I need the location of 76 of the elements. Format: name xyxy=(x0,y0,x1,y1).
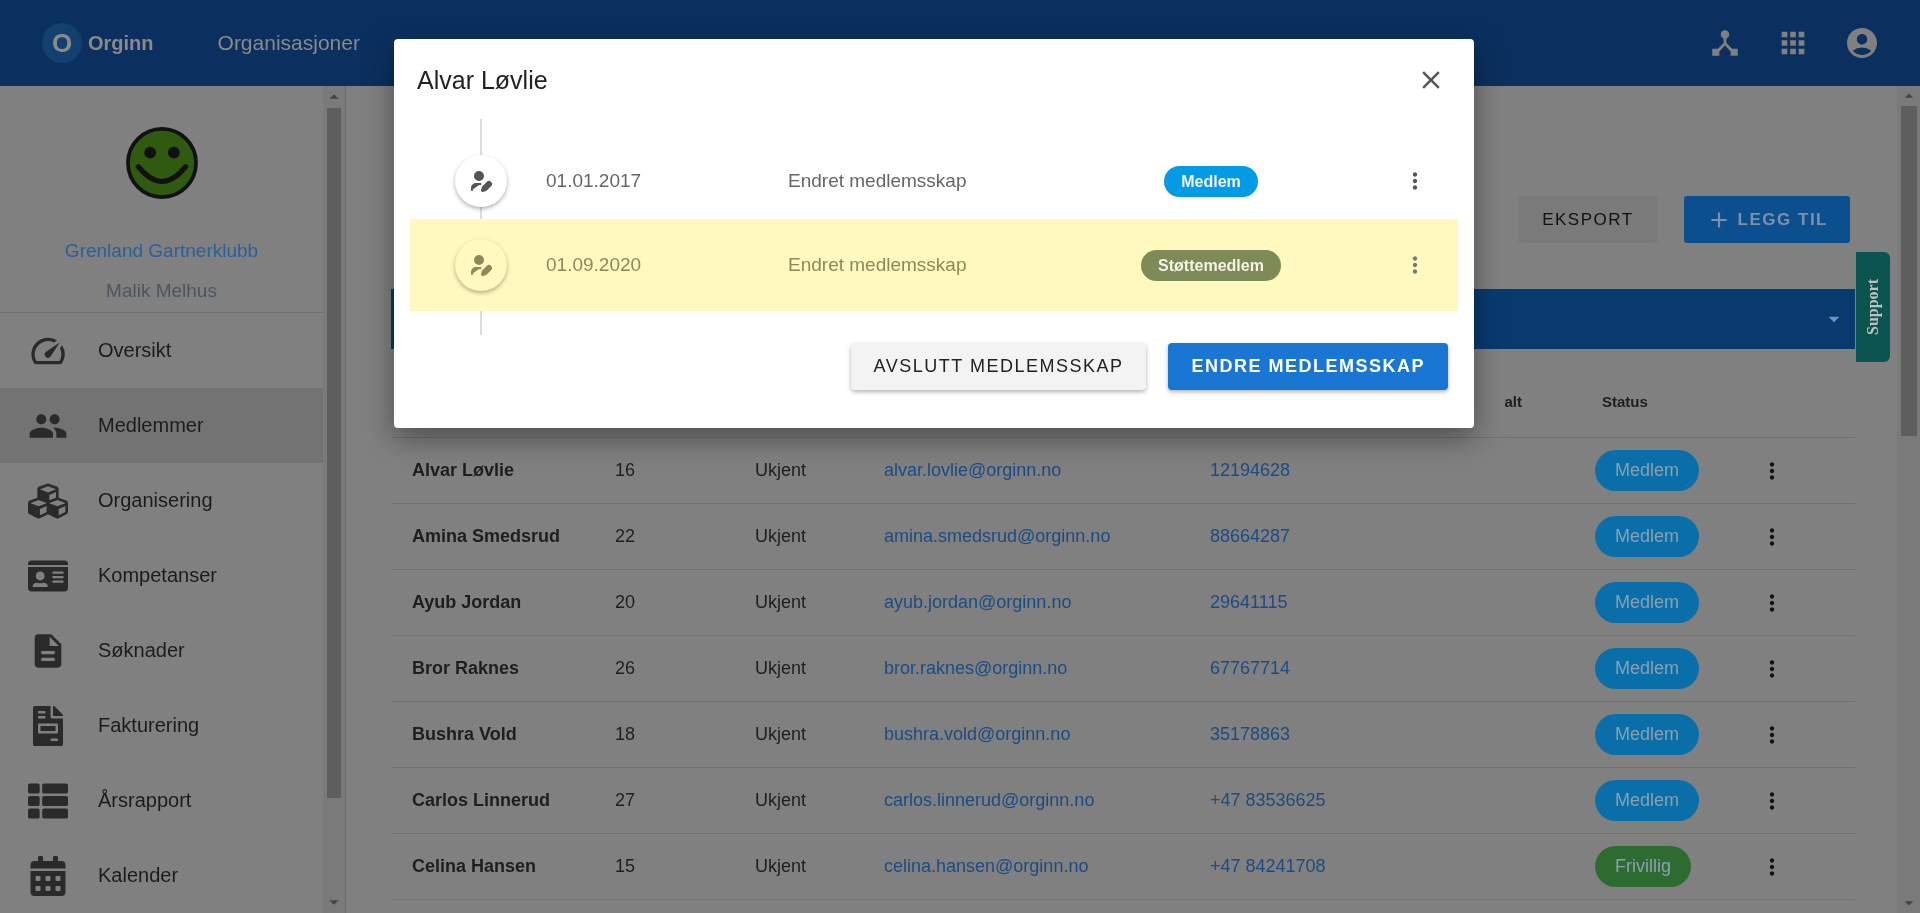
account-icon[interactable] xyxy=(1844,25,1880,61)
timeline-entry[interactable]: 01.01.2017 Endret medlemsskap Medlem xyxy=(410,143,1458,219)
member-name: Alvar Løvlie xyxy=(412,460,515,480)
sidebar-item[interactable]: Kompetanser xyxy=(0,538,323,613)
member-name: Carlos Linnerud xyxy=(412,790,550,810)
member-name: Celina Hansen xyxy=(412,856,537,876)
dialog-title: Alvar Løvlie xyxy=(417,65,548,95)
sidebar-item[interactable]: Organisering xyxy=(0,463,323,538)
brand-name[interactable]: Orginn xyxy=(88,31,154,55)
entry-description: Endret medlemsskap xyxy=(788,254,967,275)
phone-link[interactable]: +47 84241708 xyxy=(1210,856,1326,876)
table-cell: Ukjent xyxy=(755,460,807,480)
timeline-entry[interactable]: 01.09.2020 Endret medlemsskap Støttemedlem xyxy=(410,219,1458,311)
column-header: Status xyxy=(1602,393,1648,410)
status-badge: Medlem xyxy=(1595,648,1700,689)
sidebar-item[interactable]: Årsrapport xyxy=(0,763,323,838)
sidebar-item[interactable]: Søknader xyxy=(0,613,323,688)
sidebar-item[interactable]: Oversikt xyxy=(0,313,323,388)
sidebar-item[interactable]: Kalender xyxy=(0,838,323,913)
status-badge: Frivillig xyxy=(1595,846,1691,887)
status-badge: Medlem xyxy=(1164,166,1258,197)
email-link[interactable]: carlos.linnerud@orginn.no xyxy=(884,790,1210,811)
entry-date: 01.09.2020 xyxy=(546,254,642,275)
sidebar-item[interactable]: Fakturering xyxy=(0,688,323,763)
email-link[interactable]: celina.hansen@orginn.no xyxy=(884,856,1210,877)
phone-link[interactable]: 29641115 xyxy=(1210,592,1288,612)
email-link[interactable]: bror.raknes@orginn.no xyxy=(884,658,1210,679)
status-badge: Medlem xyxy=(1595,714,1700,755)
table-cell: 27 xyxy=(615,790,636,810)
page-scrollbar[interactable] xyxy=(1897,86,1920,913)
phone-link[interactable]: 67767714 xyxy=(1210,658,1291,678)
support-tab[interactable]: Support xyxy=(1856,252,1890,362)
entry-description: Endret medlemsskap xyxy=(788,170,967,191)
table-cell: 20 xyxy=(615,592,636,612)
add-button[interactable]: LEGG TIL xyxy=(1683,196,1850,243)
member-name: Ayub Jordan xyxy=(412,592,522,612)
member-name: Bror Raknes xyxy=(412,658,520,678)
table-cell: 22 xyxy=(615,526,636,546)
table-cell: Ukjent xyxy=(755,856,807,876)
table-cell: Ukjent xyxy=(755,592,807,612)
entry-date: 01.01.2017 xyxy=(546,170,642,191)
calendar-icon xyxy=(28,855,68,896)
sidebar-scrollbar[interactable] xyxy=(323,86,346,913)
sidebar-item[interactable]: Medlemmer xyxy=(0,388,323,463)
table-cell: Ukjent xyxy=(755,790,807,810)
table-cell: Ukjent xyxy=(755,658,807,678)
phone-link[interactable]: 12194628 xyxy=(1210,460,1291,480)
column-header: alt xyxy=(1504,393,1522,410)
person-edit-icon xyxy=(455,239,507,291)
table-cell: Ukjent xyxy=(755,724,807,744)
nav-link[interactable]: Organisasjoner xyxy=(217,31,360,55)
end-membership-button[interactable]: AVSLUTT MEDLEMSSKAP xyxy=(850,343,1147,390)
phone-link[interactable]: 35178863 xyxy=(1210,724,1291,744)
table-cell: 26 xyxy=(615,658,636,678)
email-link[interactable]: bushra.vold@orginn.no xyxy=(884,724,1210,745)
change-membership-button[interactable]: ENDRE MEDLEMSSKAP xyxy=(1168,343,1448,390)
person-edit-icon xyxy=(455,155,507,207)
status-badge: Støttemedlem xyxy=(1141,250,1281,281)
table-cell: 16 xyxy=(615,460,636,480)
email-link[interactable]: amina.smedsrud@orginn.no xyxy=(884,526,1210,547)
table-cell: 18 xyxy=(615,724,636,744)
member-name: Amina Smedsrud xyxy=(412,526,561,546)
table-cell: 15 xyxy=(615,856,636,876)
organization-name: Grenland Gartnerklubb xyxy=(63,240,260,262)
status-badge: Medlem xyxy=(1595,582,1700,623)
status-badge: Medlem xyxy=(1595,516,1700,557)
status-badge: Medlem xyxy=(1595,780,1700,821)
export-button[interactable]: EKSPORT xyxy=(1518,196,1658,243)
email-link[interactable]: ayub.jordan@orginn.no xyxy=(884,592,1210,613)
logo-badge[interactable]: O xyxy=(42,23,82,63)
member-name: Bushra Vold xyxy=(412,724,517,744)
table-cell: Ukjent xyxy=(755,526,807,546)
phone-link[interactable]: 88664287 xyxy=(1210,526,1291,546)
email-link[interactable]: alvar.lovlie@orginn.no xyxy=(884,460,1210,481)
phone-link[interactable]: +47 83536625 xyxy=(1210,790,1326,810)
status-badge: Medlem xyxy=(1595,450,1700,491)
